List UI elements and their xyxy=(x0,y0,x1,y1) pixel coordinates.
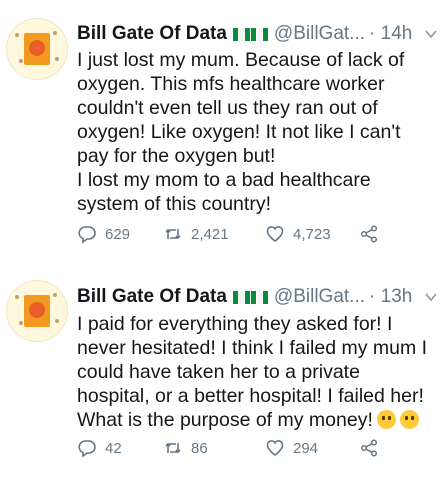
chevron-down-icon[interactable] xyxy=(424,27,438,41)
heart-icon xyxy=(266,226,284,242)
retweet-icon xyxy=(165,228,181,240)
share-icon xyxy=(360,439,378,457)
author-name[interactable]: Bill Gate Of Data xyxy=(77,286,227,308)
reply-icon xyxy=(78,226,96,244)
like-count: 294 xyxy=(293,439,319,457)
retweet-button[interactable]: 2,421 xyxy=(163,224,229,244)
reply-icon xyxy=(78,440,96,458)
tweet-text: I just lost my mum. Because of lack of o… xyxy=(77,49,405,215)
tweet-1[interactable]: Bill Gate Of Data @BillGat... · 14h I ju… xyxy=(0,0,447,270)
avatar[interactable] xyxy=(6,280,68,342)
tweet-header: Bill Gate Of Data @BillGat... · 14h xyxy=(77,22,412,46)
weary-face-emoji-icon xyxy=(399,410,419,429)
avatar-book-image xyxy=(24,295,50,327)
reply-button[interactable]: 42 xyxy=(77,438,122,458)
like-button[interactable]: 294 xyxy=(265,438,318,458)
retweet-count: 86 xyxy=(191,439,208,457)
reply-count: 629 xyxy=(105,225,131,243)
tweet-time[interactable]: · 14h xyxy=(369,23,412,45)
share-icon xyxy=(360,225,378,243)
share-button[interactable] xyxy=(359,438,387,458)
worried-face-emoji-icon xyxy=(376,410,396,429)
author-name[interactable]: Bill Gate Of Data xyxy=(77,23,227,45)
tweet-2[interactable]: Bill Gate Of Data @BillGat... · 13h I pa… xyxy=(0,270,447,487)
tweet-time[interactable]: · 13h xyxy=(369,286,412,308)
avatar[interactable] xyxy=(6,18,68,80)
avatar-book-image xyxy=(24,33,50,65)
chevron-down-icon[interactable] xyxy=(424,290,438,304)
share-button[interactable] xyxy=(359,224,387,244)
tweet-text-content: I paid for everything they asked for! I … xyxy=(77,313,428,431)
tweet-header: Bill Gate Of Data @BillGat... · 13h xyxy=(77,285,412,309)
heart-icon xyxy=(266,440,284,456)
tweet-text: I paid for everything they asked for! I … xyxy=(77,312,437,432)
retweet-button[interactable]: 86 xyxy=(163,438,208,458)
nigeria-flag-icon xyxy=(232,27,268,41)
author-handle[interactable]: @BillGat... xyxy=(274,286,365,308)
like-button[interactable]: 4,723 xyxy=(265,224,331,244)
reply-count: 42 xyxy=(105,439,122,457)
nigeria-flag-icon xyxy=(232,290,268,304)
retweet-count: 2,421 xyxy=(191,225,229,243)
like-count: 4,723 xyxy=(293,225,331,243)
retweet-icon xyxy=(165,442,181,454)
reply-button[interactable]: 629 xyxy=(77,224,130,244)
author-handle[interactable]: @BillGat... xyxy=(274,23,365,45)
